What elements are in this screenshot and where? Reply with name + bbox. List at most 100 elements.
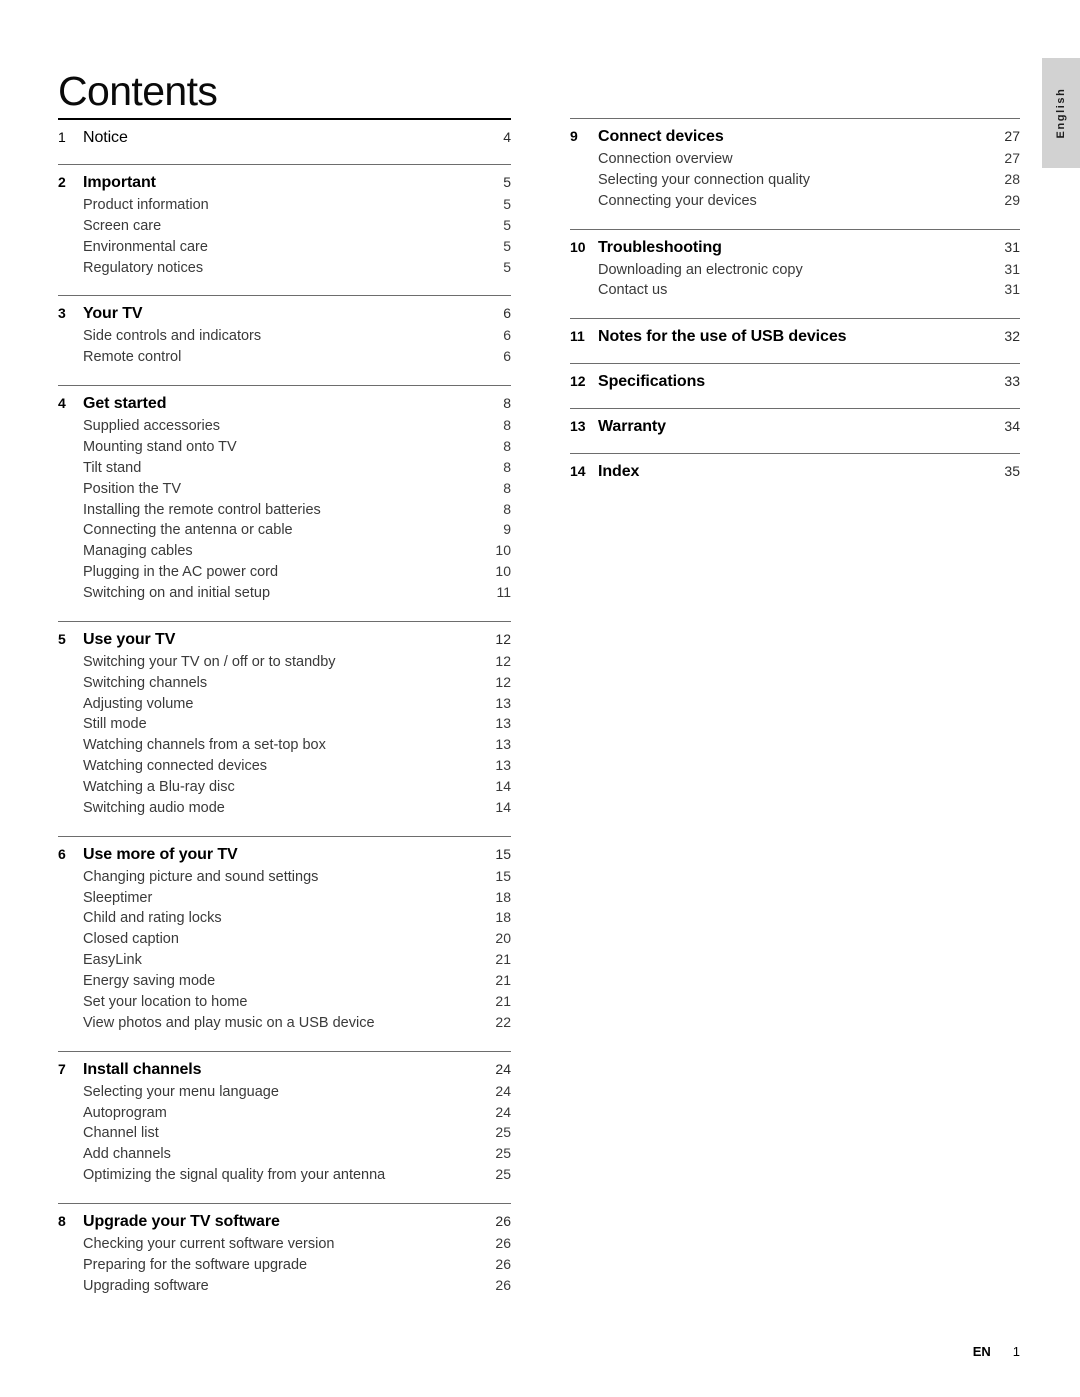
toc-section-number: 9 [570,128,578,144]
toc-entry[interactable]: Selecting your menu language 24 [58,1082,511,1103]
toc-section-page: 35 [1004,463,1020,480]
toc-section-heading[interactable]: 3 Your TV 6 [58,305,511,323]
toc-entry-page: 9 [503,521,511,538]
toc-entry-page: 28 [1004,170,1020,187]
toc-entry[interactable]: Set your location to home 21 [58,992,511,1013]
toc-entry[interactable]: Switching on and initial setup 11 [58,583,511,604]
toc-entry[interactable]: Connecting the antenna or cable 9 [58,520,511,541]
toc-entry[interactable]: Autoprogram 24 [58,1103,511,1124]
toc-entry[interactable]: Contact us 31 [570,280,1020,301]
toc-section-page: 34 [1004,418,1020,435]
footer-page-number: 1 [1012,1344,1020,1359]
toc-entry-page: 25 [495,1166,511,1183]
toc-entry-page: 10 [495,542,511,559]
toc-section-heading[interactable]: 8 Upgrade your TV software 26 [58,1213,511,1231]
toc-section-page: 24 [495,1060,511,1077]
toc-entry-label: Channel list [83,1125,159,1142]
toc-entry[interactable]: Checking your current software version 26 [58,1234,511,1255]
language-tab: English [1042,58,1080,168]
toc-entry[interactable]: Upgrading software 26 [58,1276,511,1297]
toc-entry-label: EasyLink [83,952,142,969]
toc-section-title: Connect devices [598,128,724,145]
toc-section-heading[interactable]: 9 Connect devices 27 [570,128,1020,146]
toc-entry[interactable]: Downloading an electronic copy 31 [570,260,1020,281]
toc-section: 9 Connect devices 27 Connection overview 27 S… [570,118,1020,212]
toc-entry-label: Optimizing the signal quality from your … [83,1167,386,1184]
toc-entry[interactable]: Adjusting volume 13 [58,694,511,715]
toc-section-heading[interactable]: 7 Install channels 24 [58,1061,511,1079]
toc-entry-label: Connecting the antenna or cable [83,522,293,539]
toc-section-heading[interactable]: 1 Notice 4 [58,129,511,147]
toc-section-number: 1 [58,129,66,145]
toc-entry-page: 25 [495,1124,511,1141]
toc-section-page: 31 [1004,238,1020,255]
toc-section-page: 26 [495,1212,511,1229]
toc-entry[interactable]: Switching your TV on / off or to standby… [58,652,511,673]
toc-entry[interactable]: Child and rating locks 18 [58,908,511,929]
toc-entry[interactable]: Switching channels 12 [58,673,511,694]
toc-entry[interactable]: Selecting your connection quality 28 [570,170,1020,191]
toc-entry[interactable]: Watching a Blu-ray disc 14 [58,777,511,798]
toc-entry[interactable]: Plugging in the AC power cord 10 [58,562,511,583]
toc-entry[interactable]: Watching channels from a set-top box 13 [58,735,511,756]
toc-section: 2 Important 5 Product information 5 Screen ca… [58,164,511,278]
footer-language-code: EN [972,1344,991,1359]
toc-section-heading[interactable]: 6 Use more of your TV 15 [58,846,511,864]
toc-section-heading[interactable]: 10 Troubleshooting 31 [570,239,1020,257]
toc-section-heading[interactable]: 5 Use your TV 12 [58,631,511,649]
toc-entry[interactable]: EasyLink 21 [58,950,511,971]
toc-section-heading[interactable]: 2 Important 5 [58,174,511,192]
toc-section-heading[interactable]: 12 Specifications 33 [570,373,1020,391]
toc-entry[interactable]: Side controls and indicators 6 [58,326,511,347]
toc-entry-page: 26 [495,1276,511,1293]
toc-entry[interactable]: Switching audio mode 14 [58,798,511,819]
toc-entry[interactable]: Mounting stand onto TV 8 [58,437,511,458]
toc-section-title: Upgrade your TV software [83,1212,280,1230]
toc-section: 13 Warranty 34 [570,408,1020,436]
toc-entry[interactable]: Remote control 6 [58,347,511,368]
toc-entry[interactable]: Sleeptimer 18 [58,888,511,909]
toc-entry-label: Tilt stand [83,459,142,476]
toc-entry-page: 18 [495,909,511,926]
toc-entry[interactable]: Managing cables 10 [58,541,511,562]
toc-entry[interactable]: Tilt stand 8 [58,458,511,479]
toc-section-heading[interactable]: 14 Index 35 [570,463,1020,481]
toc-entry-page: 5 [503,237,511,254]
toc-section-number: 7 [58,1060,66,1077]
toc-entry[interactable]: Connecting your devices 29 [570,191,1020,212]
toc-section-heading[interactable]: 13 Warranty 34 [570,418,1020,436]
toc-entry[interactable]: Regulatory notices 5 [58,258,511,279]
toc-entry-label: Product information [83,197,209,213]
toc-entry[interactable]: Watching connected devices 13 [58,756,511,777]
toc-entry[interactable]: Channel list 25 [58,1123,511,1144]
toc-entry-page: 24 [495,1082,511,1099]
toc-section: 1 Notice 4 [58,118,511,147]
toc-entry[interactable]: Still mode 13 [58,714,511,735]
toc-entry-label: Mounting stand onto TV [83,439,237,456]
toc-entry[interactable]: Connection overview 27 [570,149,1020,170]
toc-section-number: 6 [58,845,66,862]
toc-entry[interactable]: Product information 5 [58,195,511,216]
toc-section-page: 15 [495,845,511,862]
toc-entry[interactable]: Environmental care 5 [58,237,511,258]
toc-section-heading[interactable]: 11 Notes for the use of USB devices 32 [570,328,1020,346]
toc-entry[interactable]: Closed caption 20 [58,929,511,950]
toc-entry-page: 26 [495,1255,511,1272]
toc-entry-label: Side controls and indicators [83,328,262,345]
toc-entry-page: 21 [495,972,511,989]
toc-entry-label: Autoprogram [83,1104,167,1121]
toc-entry[interactable]: Preparing for the software upgrade 26 [58,1255,511,1276]
toc-entry-label: Watching connected devices [83,758,268,775]
toc-section-page: 12 [495,630,511,647]
toc-section-heading[interactable]: 4 Get started 8 [58,395,511,413]
toc-entry[interactable]: Optimizing the signal quality from your … [58,1165,511,1186]
toc-entry[interactable]: Installing the remote control batteries 8 [58,500,511,521]
toc-entry[interactable]: View photos and play music on a USB devi… [58,1013,511,1034]
toc-entry[interactable]: Changing picture and sound settings 15 [58,867,511,888]
toc-entry[interactable]: Screen care 5 [58,216,511,237]
language-tab-label: English [1055,87,1067,139]
toc-entry[interactable]: Supplied accessories 8 [58,416,511,437]
toc-entry[interactable]: Energy saving mode 21 [58,971,511,992]
toc-entry[interactable]: Add channels 25 [58,1144,511,1165]
toc-entry[interactable]: Position the TV 8 [58,479,511,500]
